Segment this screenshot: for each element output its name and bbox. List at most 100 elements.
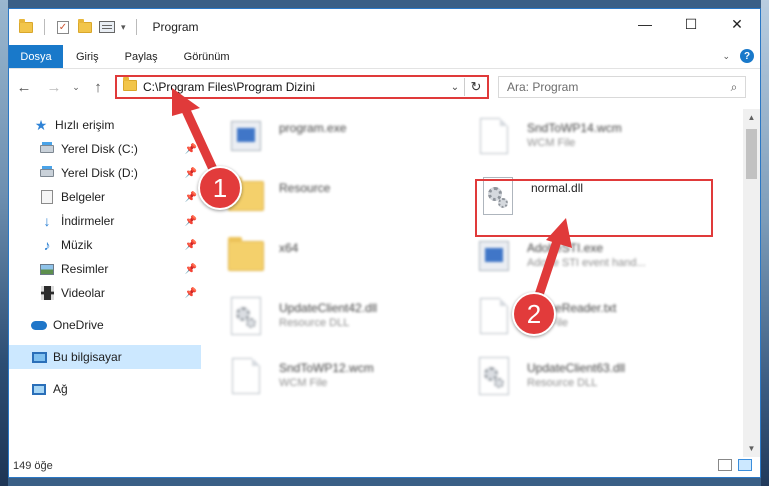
vertical-scrollbar[interactable]: ▲ ▼ (743, 109, 760, 457)
file-type: Resource DLL (527, 377, 598, 389)
file-item[interactable]: OnlineReader.txt Text File (475, 293, 715, 347)
sidebar-item-downloads[interactable]: ↓ İndirmeler 📌 (9, 209, 201, 233)
pin-icon[interactable]: 📌 (185, 144, 197, 155)
help-icon[interactable]: ? (740, 49, 754, 63)
callout-one: 1 (198, 166, 242, 210)
onedrive-icon (31, 318, 47, 332)
pin-icon[interactable]: 📌 (185, 216, 197, 227)
downloads-icon: ↓ (43, 213, 51, 229)
file-item[interactable]: Resource (227, 173, 467, 227)
file-icon (227, 353, 265, 399)
sidebar-item-label: Müzik (61, 238, 93, 252)
search-box[interactable]: Ara: Program ⌕ (498, 76, 746, 98)
callout-two: 2 (512, 292, 556, 336)
pin-icon[interactable]: 📌 (185, 192, 197, 203)
scroll-thumb[interactable] (746, 129, 757, 179)
explorer-window: ✓ ▾ Program — ☐ ✕ Dosya Giriş Paylaş Gör… (8, 8, 761, 478)
minimize-button[interactable]: — (622, 9, 668, 39)
ribbon-right-controls: ⌄ ? (722, 49, 754, 63)
file-type: Resource DLL (279, 317, 350, 329)
dll-gear-icon (227, 293, 265, 339)
file-item[interactable]: SndToWP14.wcm WCM File (475, 113, 715, 167)
tab-share[interactable]: Paylaş (112, 45, 171, 68)
file-item[interactable]: SndToWP12.wcm WCM File (227, 353, 467, 407)
exe-icon (227, 113, 265, 159)
sidebar-item-quick-access[interactable]: ★ Hızlı erişim (9, 113, 201, 137)
file-name: UpdateClient42.dll (279, 301, 378, 315)
quick-access-toolbar: ✓ ▾ Program (18, 18, 199, 35)
sidebar-item-music[interactable]: ♪ Müzik 📌 (9, 233, 201, 257)
view-switcher (718, 459, 752, 471)
sidebar-item-label: Belgeler (61, 190, 106, 204)
videos-icon (39, 286, 55, 300)
maximize-button[interactable]: ☐ (668, 9, 714, 39)
pin-icon[interactable]: 📌 (185, 264, 197, 275)
tab-home[interactable]: Giriş (63, 45, 112, 68)
file-item[interactable]: UpdateClient42.dll Resource DLL (227, 293, 467, 347)
toolbar-separator (135, 19, 137, 35)
scroll-up-icon[interactable]: ▲ (743, 113, 760, 122)
file-name: Resource (279, 181, 331, 195)
file-item[interactable]: x64 (227, 233, 467, 287)
up-arrow-icon[interactable]: ↑ (89, 77, 107, 97)
pin-icon[interactable]: 📌 (185, 240, 197, 251)
desktop-background-left (0, 0, 8, 486)
folder-icon (227, 233, 265, 279)
address-dropdown-icon[interactable]: ⌄ (446, 82, 464, 93)
back-arrow-icon[interactable]: ← (15, 77, 33, 97)
star-icon: ★ (34, 116, 48, 133)
address-path[interactable]: C:\Program Files\Program Dizini (143, 80, 446, 94)
file-name: UpdateClient63.dll (527, 361, 626, 375)
pin-icon[interactable]: 📌 (185, 168, 197, 179)
search-icon[interactable]: ⌕ (723, 80, 745, 95)
pin-icon[interactable]: 📌 (185, 288, 197, 299)
address-folder-icon (123, 77, 137, 94)
network-icon (31, 382, 47, 396)
tiles-view-icon[interactable] (738, 459, 752, 471)
sidebar-item-documents[interactable]: Belgeler 📌 (9, 185, 201, 209)
sidebar-item-label: OneDrive (53, 318, 104, 332)
recent-locations-icon[interactable]: ⌄ (67, 77, 85, 97)
expand-ribbon-icon[interactable]: ⌄ (722, 51, 730, 62)
sidebar-item-local-disk-d[interactable]: Yerel Disk (D:) 📌 (9, 161, 201, 185)
file-item[interactable]: UpdateClient63.dll Resource DLL (475, 353, 715, 407)
forward-arrow-icon[interactable]: → (45, 77, 63, 97)
file-type: WCM File (527, 137, 576, 149)
sidebar-item-label: Yerel Disk (C:) (61, 142, 138, 156)
refresh-icon[interactable]: ↻ (465, 79, 487, 95)
sidebar-item-this-pc[interactable]: Bu bilgisayar (9, 345, 201, 369)
sidebar-item-label: Yerel Disk (D:) (61, 166, 138, 180)
sidebar-item-onedrive[interactable]: OneDrive (9, 313, 201, 337)
sidebar-item-label: Hızlı erişim (55, 118, 115, 132)
sidebar-item-label: İndirmeler (61, 214, 115, 228)
customize-dropdown-icon[interactable]: ▾ (121, 22, 126, 33)
close-button[interactable]: ✕ (714, 9, 760, 39)
sidebar-item-pictures[interactable]: Resimler 📌 (9, 257, 201, 281)
sidebar-item-label: Videolar (61, 286, 105, 300)
new-folder-icon[interactable] (77, 18, 93, 35)
file-type: WCM File (279, 377, 328, 389)
sidebar-item-local-disk-c[interactable]: Yerel Disk (C:) 📌 (9, 137, 201, 161)
navigation-pane: ★ Hızlı erişim Yerel Disk (C:) 📌 Yerel D… (9, 109, 201, 409)
tab-view[interactable]: Görünüm (171, 45, 243, 68)
view-properties-icon[interactable] (99, 19, 115, 35)
sidebar-item-label: Ağ (53, 382, 68, 396)
file-name: SndToWP12.wcm (279, 361, 374, 375)
file-item[interactable]: AdobeSTI.exe Adobe STI event hand... (475, 233, 715, 287)
sidebar-item-videos[interactable]: Videolar 📌 (9, 281, 201, 305)
file-icon (475, 293, 513, 339)
details-view-icon[interactable] (718, 459, 732, 471)
tab-file[interactable]: Dosya (9, 45, 63, 68)
disk-icon (39, 142, 55, 156)
status-bar: 149 öğe (9, 455, 760, 477)
file-item[interactable]: program.exe (227, 113, 467, 167)
properties-check-icon[interactable]: ✓ (55, 19, 71, 35)
search-input[interactable]: Ara: Program (507, 80, 723, 94)
title-bar: ✓ ▾ Program — ☐ ✕ (9, 9, 760, 45)
scroll-down-icon[interactable]: ▼ (743, 444, 760, 453)
address-bar[interactable]: C:\Program Files\Program Dizini ⌄ ↻ (115, 75, 489, 99)
music-icon: ♪ (43, 237, 51, 253)
file-type: Adobe STI event hand... (527, 257, 646, 269)
sidebar-item-network[interactable]: Ağ (9, 377, 201, 401)
ribbon-tabs: Dosya Giriş Paylaş Görünüm ⌄ ? (9, 45, 760, 69)
